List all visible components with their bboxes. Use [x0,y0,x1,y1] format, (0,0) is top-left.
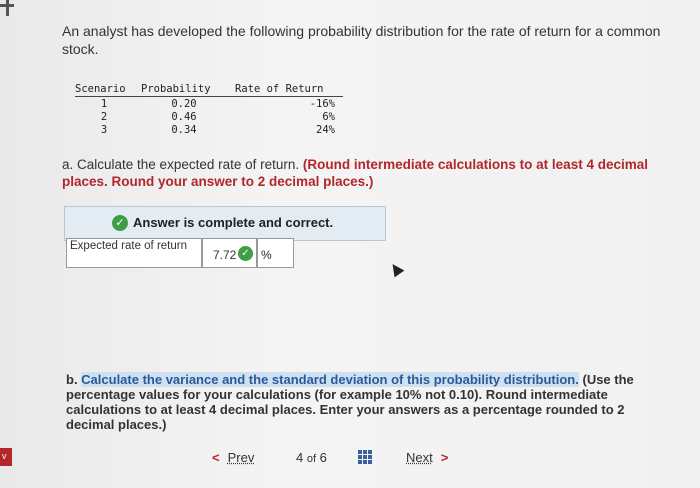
total-pages: 6 [319,450,327,465]
col-header-rate: Rate of Return [235,82,343,97]
next-button[interactable]: Next > [406,450,448,465]
part-a-question: a. Calculate the expected rate of return… [62,156,672,190]
cell-scenario: 3 [100,123,108,136]
result-label: Expected rate of return [66,238,202,268]
chevron-right-icon: > [440,450,449,465]
table-row: 2 0.46 6% [75,110,343,123]
cell-rate: 6% [322,110,335,123]
check-circle-icon: ✓ [112,215,128,231]
check-circle-icon: ✓ [238,246,253,261]
col-header-probability: Probability [141,82,235,97]
result-value: 7.72 [213,248,237,262]
distribution-table: Scenario Probability Rate of Return 1 0.… [75,82,343,136]
part-b-question: b. Calculate the variance and the standa… [66,372,666,432]
cell-rate: 24% [316,123,335,136]
of-label: of [306,453,317,465]
part-b-highlighted-text: Calculate the variance and the standard … [81,372,579,387]
question-text: An analyst has developed the following p… [62,23,661,57]
result-unit: % [257,238,294,268]
answer-status-text: Answer is complete and correct. [133,215,334,230]
mouse-cursor-icon [387,260,405,278]
answer-status-banner: ✓ Answer is complete and correct. [64,206,386,241]
next-label: Next [406,450,433,465]
prev-label: Prev [227,450,255,465]
current-page: 4 [296,450,304,465]
cell-probability: 0.20 [171,97,197,110]
part-a-prefix: a. Calculate the expected rate of return… [62,157,303,172]
cell-rate: -16% [309,97,335,110]
result-value-field[interactable]: 7.72 ✓ [202,238,257,268]
table-row: 1 0.20 -16% [75,97,343,111]
cell-scenario: 1 [100,97,108,110]
table-row: 3 0.34 24% [75,123,343,136]
chevron-left-icon: < [212,450,220,465]
part-b-prefix: b. [66,372,82,387]
add-icon [0,0,14,22]
prev-button[interactable]: < Prev [212,450,254,465]
page: v An analyst has developed the following… [0,0,700,488]
cell-probability: 0.34 [171,123,197,136]
grid-view-icon[interactable] [358,450,372,464]
cell-scenario: 2 [100,110,108,123]
col-header-scenario: Scenario [75,82,141,97]
side-tab-marker: v [0,448,12,466]
cell-probability: 0.46 [171,110,197,123]
page-indicator: 4 of 6 [296,450,327,465]
